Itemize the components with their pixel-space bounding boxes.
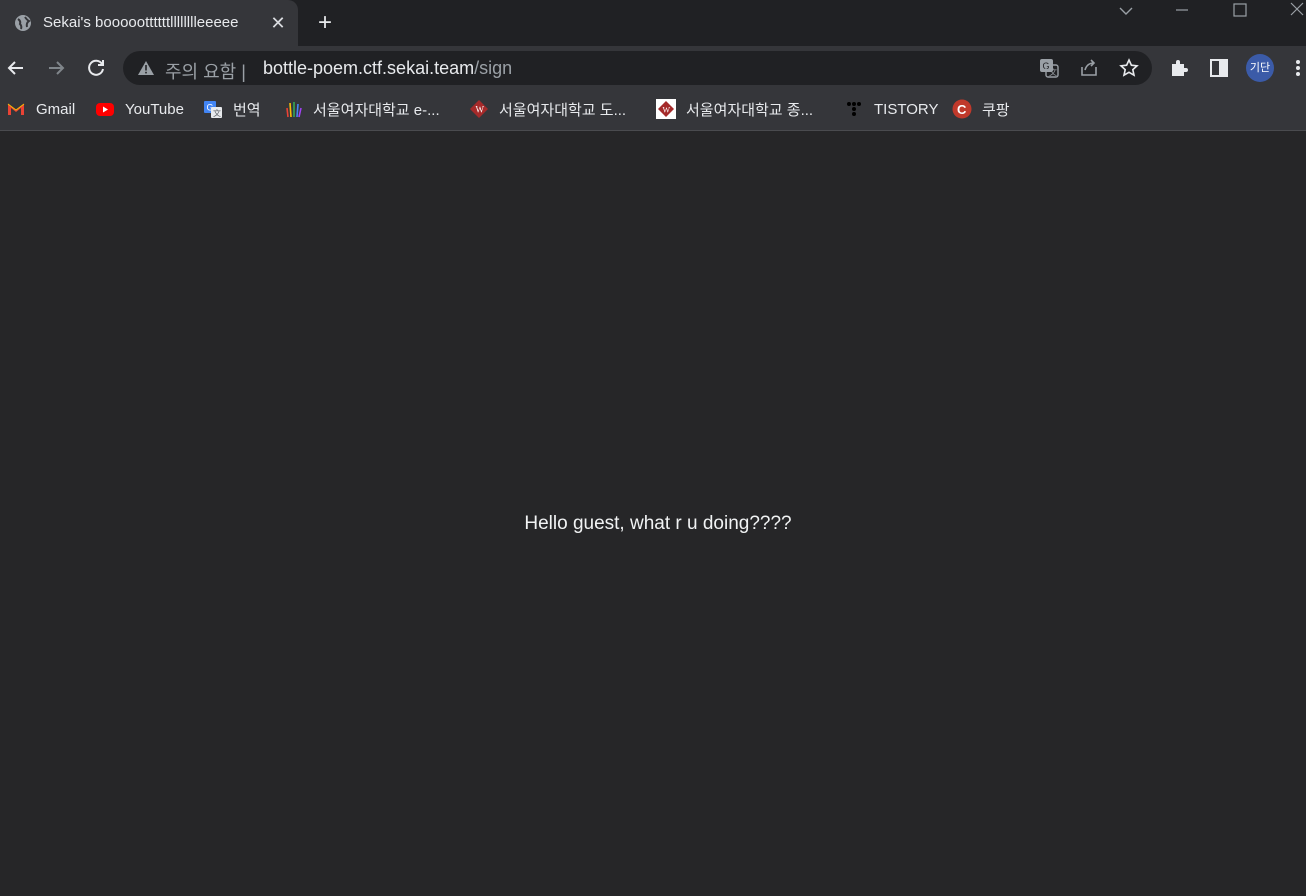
tab-strip: Sekai's booooottttttlllllllleeeee ✕ +: [0, 0, 1306, 46]
translate-icon: G 文: [204, 101, 222, 118]
bookmark-tistory[interactable]: TISTORY: [844, 98, 938, 120]
active-tab[interactable]: Sekai's booooottttttlllllllleeeee ✕: [0, 0, 298, 46]
greeting-message: Hello guest, what r u doing????: [524, 513, 792, 534]
translate-page-icon[interactable]: G 文: [1039, 58, 1059, 78]
forward-icon[interactable]: [44, 56, 68, 80]
share-icon[interactable]: [1079, 58, 1099, 78]
bookmark-youtube[interactable]: YouTube: [95, 98, 184, 120]
bookmark-label: Gmail: [36, 100, 76, 118]
url-host: bottle-poem.ctf.sekai.team: [263, 58, 475, 78]
bookmark-label: 서울여자대학교 e-...: [313, 101, 440, 119]
security-warning-text: 주의 요함: [165, 62, 237, 82]
back-icon[interactable]: [4, 56, 28, 80]
bookmark-coupang[interactable]: C 쿠팡: [952, 98, 1010, 120]
gmail-icon: [7, 103, 25, 115]
bookmark-swu-portal[interactable]: W 서울여자대학교 종...: [656, 98, 813, 120]
bookmark-label: 번역: [233, 101, 261, 119]
tab-search-icon[interactable]: [1118, 0, 1134, 22]
url-path: /sign: [474, 58, 513, 78]
bookmark-star-icon[interactable]: [1119, 58, 1139, 78]
more-menu-icon[interactable]: [1288, 56, 1304, 80]
url-text[interactable]: bottle-poem.ctf.sekai.team/sign: [263, 58, 512, 79]
bookmark-swu-e[interactable]: 서울여자대학교 e-...: [283, 98, 440, 120]
minimize-icon[interactable]: [1174, 0, 1190, 22]
profile-avatar[interactable]: 기단: [1246, 54, 1274, 82]
browser-toolbar: 주의 요함 | bottle-poem.ctf.sekai.team/sign …: [0, 46, 1306, 90]
youtube-icon: [96, 103, 114, 116]
bookmark-label: 서울여자대학교 도...: [499, 101, 627, 119]
university-icon: W: [656, 99, 676, 119]
address-bar[interactable]: 주의 요함 | bottle-poem.ctf.sekai.team/sign …: [123, 51, 1152, 85]
svg-text:W: W: [476, 105, 485, 115]
svg-text:文: 文: [1049, 67, 1057, 77]
university-icon: W: [470, 100, 488, 118]
tab-title: Sekai's booooottttttlllllllleeeee: [43, 14, 239, 31]
close-tab-icon[interactable]: ✕: [268, 13, 288, 33]
url-separator: |: [241, 62, 246, 82]
warning-icon[interactable]: [137, 60, 155, 76]
close-window-icon[interactable]: [1289, 0, 1305, 22]
coupang-icon: C: [952, 99, 972, 119]
bookmark-gmail[interactable]: Gmail: [6, 98, 75, 120]
bookmark-label: YouTube: [125, 100, 184, 118]
bookmark-swu-library[interactable]: W 서울여자대학교 도...: [469, 98, 626, 120]
maximize-icon[interactable]: [1232, 0, 1248, 22]
extensions-icon[interactable]: [1168, 56, 1192, 80]
hand-icon: [286, 102, 302, 118]
bookmark-translate[interactable]: G 文 번역: [203, 98, 261, 120]
new-tab-button[interactable]: +: [313, 11, 337, 35]
tistory-icon: [847, 102, 861, 116]
bookmarks-bar: Gmail YouTube G 文 번역 서울여자대학교 e-... W 서울여…: [0, 90, 1306, 131]
page-content: Hello guest, what r u doing????: [0, 131, 1306, 896]
bookmark-label: TISTORY: [874, 100, 939, 118]
bookmark-label: 서울여자대학교 종...: [686, 101, 814, 119]
reload-icon[interactable]: [84, 56, 108, 80]
svg-text:文: 文: [213, 108, 221, 118]
side-panel-icon[interactable]: [1207, 56, 1231, 80]
svg-text:W: W: [663, 106, 671, 115]
svg-text:C: C: [957, 102, 967, 117]
bookmark-label: 쿠팡: [982, 101, 1010, 119]
globe-icon: [15, 15, 31, 31]
security-warning-label: 주의 요함 |: [165, 58, 246, 84]
